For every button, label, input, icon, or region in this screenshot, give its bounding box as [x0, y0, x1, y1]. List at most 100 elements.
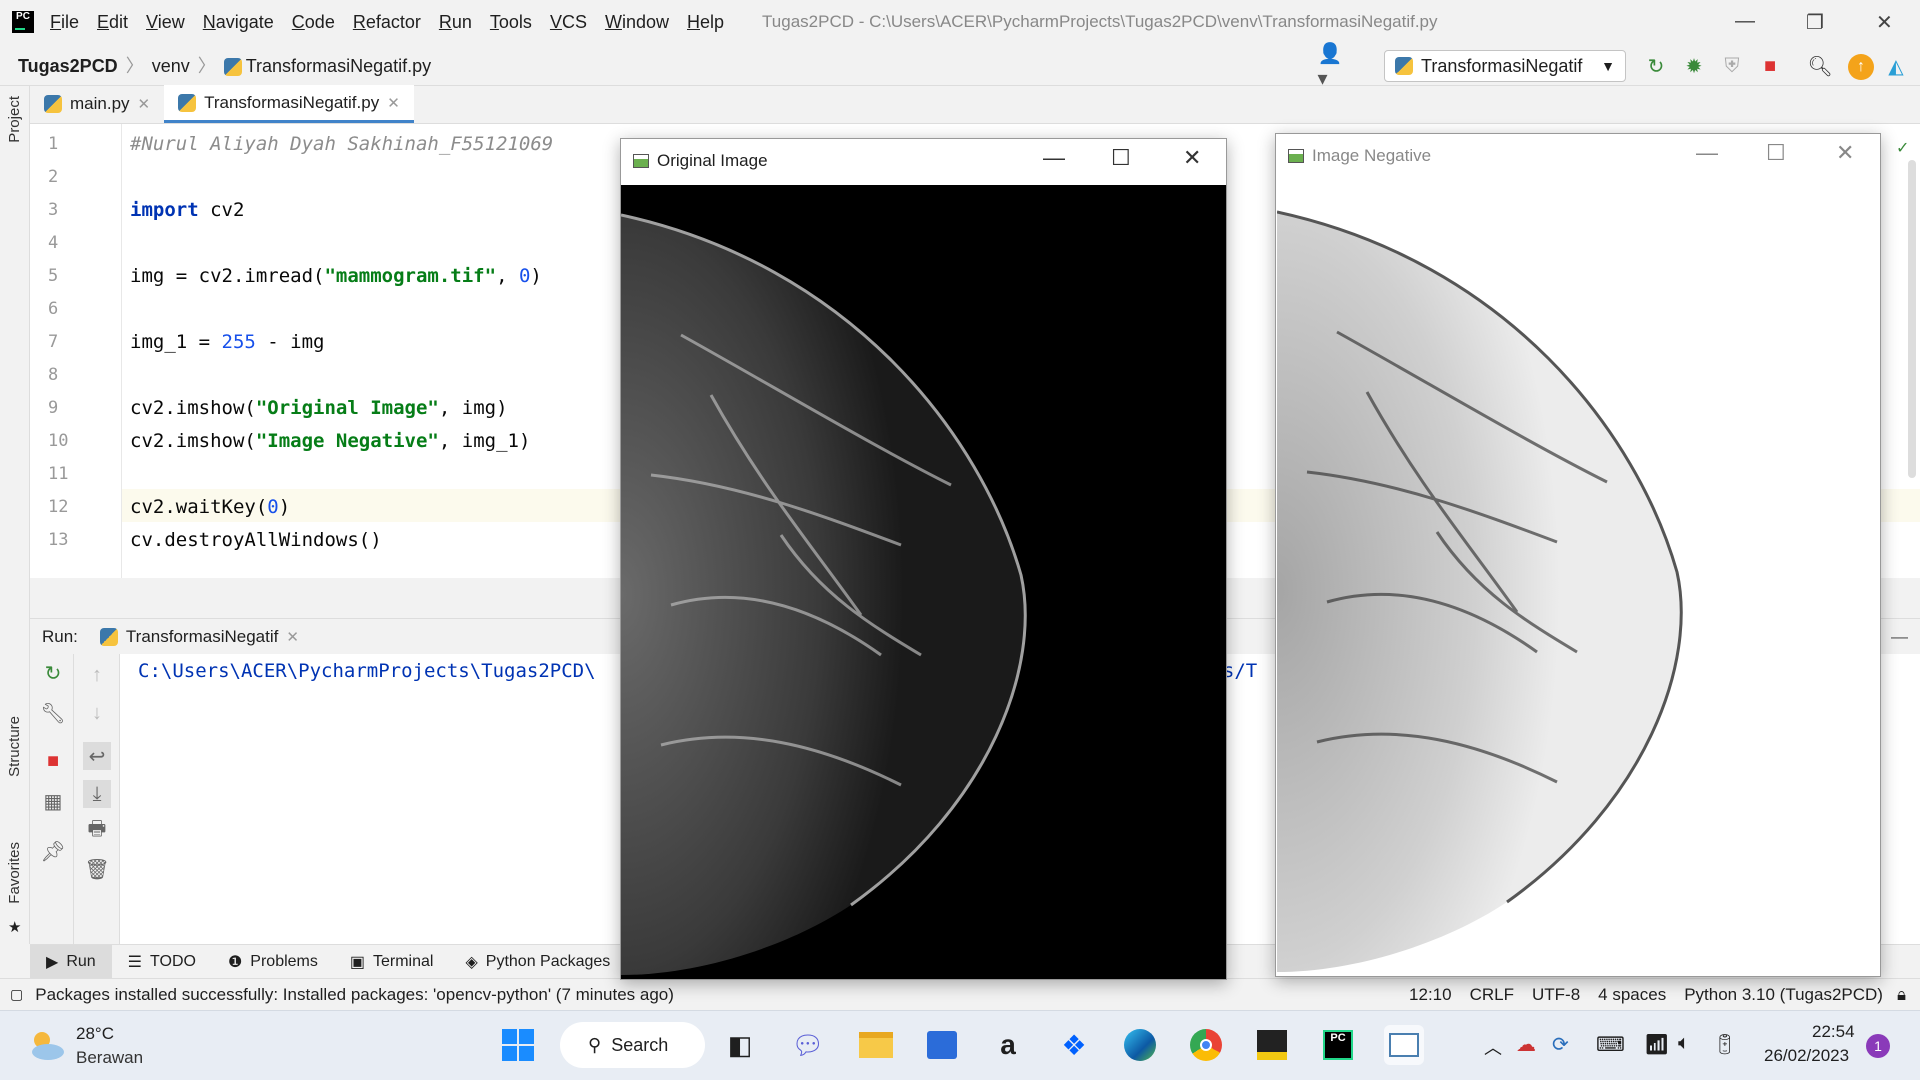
breadcrumb-project[interactable]: Tugas2PCD [18, 56, 118, 76]
chevron-up-icon[interactable]: ︿ [1484, 1034, 1502, 1060]
arrow-up-icon[interactable]: ↑ [86, 664, 108, 686]
tab-terminal[interactable]: ▣ Terminal [334, 945, 450, 979]
weather-icon[interactable] [26, 1028, 66, 1062]
sticky-notes-icon[interactable] [1252, 1025, 1292, 1065]
original-image-window[interactable]: Original Image — ☐ ✕ [620, 138, 1227, 980]
tab-run[interactable]: ▶ Run [30, 944, 112, 979]
layout-icon[interactable]: ▢ [10, 986, 23, 1003]
run-configuration-select[interactable]: TransformasiNegatif ▼ [1384, 50, 1626, 82]
image-negative-window[interactable]: Image Negative — ☐ ✕ [1275, 133, 1881, 977]
rerun-icon[interactable]: ↻ [1644, 54, 1668, 78]
tab-transformasinegatif-py[interactable]: TransformasiNegatif.py ✕ [164, 85, 414, 123]
close-tab-icon[interactable]: ✕ [286, 628, 299, 646]
taskbar-search[interactable]: ⚲ Search [560, 1022, 705, 1068]
clock-date[interactable]: 26/02/2023 [1764, 1046, 1849, 1066]
keyboard-icon[interactable]: ⌨ [1596, 1032, 1625, 1057]
arrow-down-icon[interactable]: ↓ [86, 702, 108, 724]
string: "Original Image" [255, 397, 439, 419]
menu-view[interactable]: View [146, 12, 185, 33]
close-icon[interactable]: ✕ [1876, 10, 1893, 35]
task-view-icon[interactable]: ◧ [720, 1025, 760, 1065]
tab-todo[interactable]: ☰ TODO [112, 945, 212, 979]
menu-window[interactable]: Window [605, 12, 669, 33]
update-icon[interactable]: ↑ [1848, 54, 1874, 80]
close-icon[interactable]: ✕ [1183, 145, 1201, 171]
close-tab-icon[interactable]: ✕ [387, 94, 400, 112]
user-icon[interactable]: 👤▾ [1318, 43, 1343, 90]
jetbrains-icon[interactable]: ◭ [1884, 54, 1908, 78]
python-window-taskbar-icon[interactable] [1384, 1025, 1424, 1065]
search-icon[interactable]: 🔍︎ [1807, 54, 1832, 78]
run-configuration-label: TransformasiNegatif [1421, 55, 1583, 76]
minimize-icon[interactable]: — [1696, 140, 1718, 166]
restore-icon[interactable]: ❐ [1806, 10, 1824, 35]
lock-icon[interactable]: 🔒︎ [1897, 985, 1906, 1005]
editor-scrollbar[interactable] [1908, 160, 1916, 478]
debug-icon[interactable]: ✹ [1682, 54, 1706, 78]
python-interpreter[interactable]: Python 3.10 (Tugas2PCD) [1684, 985, 1883, 1005]
close-icon[interactable]: ✕ [1836, 140, 1854, 166]
menu-vcs[interactable]: VCS [550, 12, 587, 33]
menu-edit[interactable]: Edit [97, 12, 128, 33]
app-icon [1288, 149, 1304, 163]
indent-setting[interactable]: 4 spaces [1598, 985, 1666, 1005]
packages-icon: ◈ [465, 953, 478, 971]
menu-code[interactable]: Code [292, 12, 335, 33]
tab-python-packages[interactable]: ◈ Python Packages [449, 945, 626, 979]
pycharm-taskbar-icon[interactable]: PC [1318, 1025, 1358, 1065]
maximize-icon[interactable]: ☐ [1766, 140, 1786, 166]
weather-temp[interactable]: 28°C [76, 1024, 114, 1044]
breadcrumb-file[interactable]: TransformasiNegatif.py [246, 56, 431, 76]
tab-main-py[interactable]: main.py ✕ [30, 85, 164, 123]
clock-time[interactable]: 22:54 [1812, 1022, 1855, 1042]
sync-icon[interactable]: ⟳ [1552, 1032, 1569, 1057]
project-tool-button[interactable]: Project [6, 96, 23, 143]
favorites-tool-button[interactable]: Favorites [6, 842, 23, 904]
minimize-icon[interactable]: — [1043, 145, 1065, 171]
menu-refactor[interactable]: Refactor [353, 12, 421, 33]
rerun-icon[interactable]: ↻ [42, 662, 64, 685]
tab-problems[interactable]: ❶ Problems [212, 945, 334, 979]
menu-navigate[interactable]: Navigate [203, 12, 274, 33]
menu-file[interactable]: File [50, 12, 79, 33]
volume-icon[interactable]: 🔈︎ [1678, 1032, 1690, 1055]
maximize-icon[interactable]: ☐ [1111, 145, 1131, 171]
wifi-icon[interactable]: 📶︎ [1644, 1032, 1669, 1057]
close-tab-icon[interactable]: ✕ [138, 95, 151, 113]
print-icon[interactable]: 🖶︎ [86, 818, 108, 842]
menu-tools[interactable]: Tools [490, 12, 532, 33]
stop-icon[interactable]: ■ [1758, 54, 1782, 78]
soft-wrap-icon[interactable]: ↩ [83, 742, 111, 770]
breadcrumb-folder[interactable]: venv [152, 56, 190, 76]
cursor-position[interactable]: 12:10 [1409, 985, 1452, 1005]
chrome-icon[interactable] [1186, 1025, 1226, 1065]
structure-tool-button[interactable]: Structure [6, 716, 23, 777]
scroll-to-end-icon[interactable]: ⤓ [83, 780, 111, 808]
trash-icon[interactable]: 🗑︎ [84, 858, 109, 881]
battery-icon[interactable]: 🔋︎ [1712, 1032, 1737, 1057]
dropbox-icon[interactable]: ❖ [1054, 1025, 1094, 1065]
line-separator[interactable]: CRLF [1470, 985, 1514, 1005]
windows-start-icon[interactable] [498, 1025, 538, 1065]
wrench-icon[interactable]: 🔧︎ [40, 702, 65, 725]
weather-desc[interactable]: Berawan [76, 1048, 143, 1068]
onedrive-icon[interactable]: ☁ [1516, 1032, 1536, 1057]
stop-icon[interactable]: ■ [42, 750, 64, 772]
edge-icon[interactable] [1120, 1025, 1160, 1065]
amazon-icon[interactable]: a [988, 1025, 1028, 1065]
layout-icon[interactable]: ▦ [42, 790, 64, 813]
run-tab[interactable]: TransformasiNegatif ✕ [99, 627, 299, 647]
menu-help[interactable]: Help [687, 12, 724, 33]
menu-run[interactable]: Run [439, 12, 472, 33]
coverage-icon[interactable]: ⛨ [1720, 54, 1744, 78]
hide-panel-icon[interactable]: — [1891, 627, 1908, 647]
inspection-ok-icon[interactable]: ✓ [1896, 138, 1909, 158]
file-explorer-icon[interactable] [856, 1025, 896, 1065]
notification-badge[interactable]: 1 [1866, 1034, 1890, 1058]
pin-icon[interactable]: 📌︎ [40, 840, 65, 863]
teams-chat-icon[interactable]: 💬︎ [788, 1025, 828, 1065]
minimize-icon[interactable]: — [1735, 10, 1755, 33]
file-encoding[interactable]: UTF-8 [1532, 985, 1580, 1005]
status-message[interactable]: Packages installed successfully: Install… [35, 985, 674, 1005]
microsoft-store-icon[interactable] [922, 1025, 962, 1065]
